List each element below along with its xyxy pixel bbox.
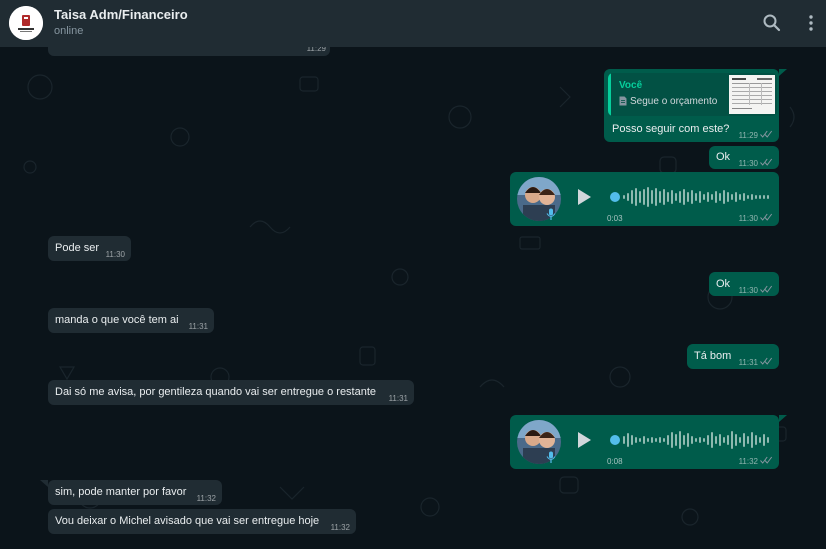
quote-accent-bar [608, 73, 611, 116]
message-time: 11:32 [196, 494, 216, 503]
contact-status: online [54, 25, 84, 37]
message-time: 11:29 [738, 131, 758, 140]
message-text: Dai só me avisa, por gentileza quando va… [55, 386, 377, 398]
message-text: manda o que você tem ai [55, 314, 179, 326]
document-icon [619, 96, 627, 106]
message-bubble-incoming[interactable]: Pode ser 11:30 [48, 236, 131, 261]
quoted-author: Você [619, 80, 643, 91]
message-bubble-incoming[interactable]: manda o que você tem ai 11:31 [48, 308, 214, 333]
microphone-icon [546, 451, 556, 463]
message-text: Posso seguir com este? [612, 123, 730, 135]
double-check-icon [760, 357, 773, 365]
message-bubble-incoming[interactable]: Vou deixar o Michel avisado que vai ser … [48, 509, 356, 534]
search-icon [763, 14, 781, 32]
company-logo-icon [9, 6, 43, 40]
playback-position-dot [610, 192, 620, 202]
kebab-menu-icon [809, 15, 813, 31]
audio-waveform[interactable] [607, 184, 777, 210]
message-time: 11:30 [738, 159, 758, 168]
message-text: Vou deixar o Michel avisado que vai ser … [55, 515, 320, 527]
bubble-tail [40, 480, 48, 487]
message-text: Ok [716, 278, 731, 290]
message-bubble-outgoing[interactable]: Ok 11:30 [709, 146, 779, 169]
message-text: Ok [716, 151, 731, 163]
voice-duration: 0:03 [607, 214, 623, 223]
message-bubble-outgoing[interactable]: Tá bom 11:31 [687, 344, 779, 369]
quoted-text: Segue o orçamento [630, 96, 718, 107]
message-list[interactable]: 11:29 Você Segue o orçamento Posso segui… [0, 47, 826, 549]
message-time: 11:31 [388, 394, 408, 403]
document-preview-image [729, 75, 775, 114]
chat-header: Taisa Adm/Financeiro online [0, 0, 826, 47]
bubble-tail [779, 415, 787, 422]
quoted-message[interactable]: Você Segue o orçamento [608, 73, 777, 116]
double-check-icon [760, 130, 773, 138]
double-check-icon [760, 213, 773, 221]
message-text: Tá bom [694, 350, 732, 362]
contact-avatar[interactable] [9, 6, 43, 40]
message-bubble-incoming[interactable]: Dai só me avisa, por gentileza quando va… [48, 380, 414, 405]
voice-message-outgoing[interactable]: 0:08 11:32 [510, 415, 779, 469]
play-icon[interactable] [576, 431, 592, 449]
contact-name[interactable]: Taisa Adm/Financeiro [54, 7, 188, 22]
playback-position-dot [610, 435, 620, 445]
double-check-icon [760, 456, 773, 464]
message-bubble-outgoing-reply[interactable]: Você Segue o orçamento Posso seguir com … [604, 69, 779, 142]
message-text: sim, pode manter por favor [55, 486, 187, 498]
microphone-icon [546, 208, 556, 220]
message-bubble-outgoing[interactable]: Ok 11:30 [709, 272, 779, 296]
search-button[interactable] [761, 12, 783, 34]
double-check-icon [760, 285, 773, 293]
audio-waveform[interactable] [607, 427, 777, 453]
message-time: 11:29 [306, 47, 326, 53]
document-thumbnail [729, 75, 775, 114]
voice-message-outgoing[interactable]: 0:03 11:30 [510, 172, 779, 226]
message-text: Pode ser [55, 242, 100, 254]
message-time: 11:31 [738, 358, 758, 367]
message-time: 11:30 [738, 214, 758, 223]
double-check-icon [760, 158, 773, 166]
message-time: 11:32 [330, 523, 350, 532]
play-icon[interactable] [576, 188, 592, 206]
message-time: 11:30 [738, 286, 758, 295]
bubble-tail [779, 69, 787, 76]
message-time: 11:30 [105, 250, 125, 259]
message-time: 11:31 [188, 322, 208, 331]
menu-button[interactable] [800, 12, 822, 34]
voice-duration: 0:08 [607, 457, 623, 466]
message-time: 11:32 [738, 457, 758, 466]
message-bubble-incoming[interactable]: 11:29 [48, 47, 330, 56]
message-bubble-incoming[interactable]: sim, pode manter por favor 11:32 [48, 480, 222, 505]
